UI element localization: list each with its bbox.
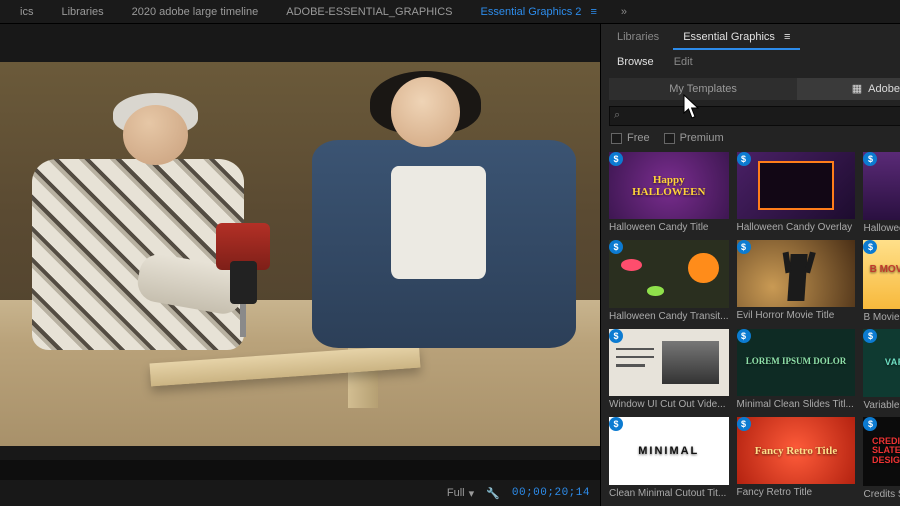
template-caption: Variable Font Title Overlay: [863, 400, 900, 411]
panel-tabs: Libraries Essential Graphics ≡: [601, 24, 900, 50]
premium-badge-icon: $: [609, 152, 623, 166]
template-card[interactable]: $ VARIABLE FONT Variable Font Title Overla…: [863, 329, 900, 411]
filter-premium[interactable]: Premium: [664, 132, 724, 144]
template-card[interactable]: $ LOREM IPSUM DOLOR Minimal Clean Slides T…: [737, 329, 856, 411]
premium-badge-icon: $: [609, 329, 623, 343]
thumbnail-text: VARIABLE FONT: [870, 358, 900, 368]
template-thumbnail: $ MINIMAL: [609, 417, 729, 484]
thumbnail-text: Fancy Retro Title: [742, 445, 849, 457]
template-card[interactable]: $ Halloween Candy Lower ...: [863, 152, 900, 234]
template-grid: $ Happy HALLOWEEN Halloween Candy Title $ Ha…: [601, 152, 900, 506]
timeline-scrubber[interactable]: [0, 460, 600, 480]
premium-badge-icon: $: [737, 240, 751, 254]
template-caption: B Movie Halloween Title: [863, 312, 900, 323]
panel-tab-essential-graphics[interactable]: Essential Graphics ≡: [673, 24, 800, 50]
template-caption: Window UI Cut Out Vide...: [609, 399, 729, 410]
resolution-dropdown[interactable]: Full ▾: [447, 487, 474, 500]
premium-badge-icon: $: [863, 240, 877, 254]
template-card[interactable]: $ B MOVIE HALLOWEEN TITLES B Movie Hallowe…: [863, 240, 900, 322]
template-card[interactable]: $ Window UI Cut Out Vide...: [609, 329, 729, 411]
premium-badge-icon: $: [737, 417, 751, 431]
panel-tab-libraries[interactable]: Libraries: [607, 24, 669, 50]
source-my-templates[interactable]: My Templates: [609, 78, 797, 100]
timecode[interactable]: 00;00;20;14: [512, 487, 590, 499]
checkbox-icon: [611, 133, 622, 144]
panel-subtabs: Browse Edit: [601, 50, 900, 74]
thumbnail-text: Happy HALLOWEEN: [615, 174, 723, 198]
program-monitor: Full ▾ 🔧 00;00;20;14: [0, 24, 600, 506]
settings-wrench-icon[interactable]: 🔧: [486, 487, 500, 500]
thumbnail-text: CREDITS SLATE DESIGNER: [872, 437, 900, 467]
premium-badge-icon: $: [737, 329, 751, 343]
source-tabs: My Templates ▦ Adobe Stock: [601, 74, 900, 106]
video-preview[interactable]: [0, 62, 600, 446]
template-thumbnail: $8CREDITS SLATE DESIGNER: [863, 417, 900, 485]
resolution-label: Full: [447, 487, 465, 499]
source-adobe-stock[interactable]: ▦ Adobe Stock: [797, 78, 900, 100]
template-thumbnail: $: [737, 152, 856, 219]
template-card[interactable]: $ Fancy Retro Title Fancy Retro Title: [737, 417, 856, 499]
essential-graphics-panel: Libraries Essential Graphics ≡ Browse Ed…: [600, 24, 900, 506]
workspace-tab-active[interactable]: Essential Graphics 2 ≡: [467, 0, 611, 24]
filter-label: Premium: [680, 132, 724, 144]
template-thumbnail: $ Fancy Retro Title: [737, 417, 856, 484]
adobe-stock-icon: ▦: [852, 78, 862, 100]
template-caption: Halloween Candy Title: [609, 222, 729, 233]
template-thumbnail: $: [737, 240, 856, 307]
premium-badge-icon: $: [609, 240, 623, 254]
template-caption: Fancy Retro Title: [737, 487, 856, 498]
premium-badge-icon: $: [737, 152, 751, 166]
tab-menu-icon[interactable]: ≡: [590, 6, 596, 18]
template-thumbnail: $ VARIABLE FONT: [863, 329, 900, 397]
template-thumbnail: $ Happy HALLOWEEN: [609, 152, 729, 219]
template-caption: Minimal Clean Slides Titl...: [737, 399, 856, 410]
premium-badge-icon: $: [863, 417, 877, 431]
subtab-edit[interactable]: Edit: [664, 50, 703, 74]
template-card[interactable]: $ MINIMAL Clean Minimal Cutout Tit...: [609, 417, 729, 499]
premium-badge-icon: $: [863, 329, 877, 343]
template-caption: Clean Minimal Cutout Tit...: [609, 488, 729, 499]
template-thumbnail: $: [863, 152, 900, 220]
filters: Free Premium: [601, 132, 900, 152]
workspace-tab[interactable]: ADOBE-ESSENTIAL_GRAPHICS: [272, 0, 466, 24]
premium-badge-icon: $: [609, 417, 623, 431]
overflow-chevron-icon[interactable]: »: [611, 6, 637, 18]
filter-label: Free: [627, 132, 650, 144]
template-card[interactable]: $ Happy HALLOWEEN Halloween Candy Title: [609, 152, 729, 234]
viewer-status-bar: Full ▾ 🔧 00;00;20;14: [0, 480, 600, 506]
premium-badge-icon: $: [863, 152, 877, 166]
workspace-tab[interactable]: 2020 adobe large timeline: [118, 0, 273, 24]
search-input[interactable]: [609, 106, 900, 126]
video-frame: [0, 62, 600, 446]
template-card[interactable]: $8CREDITS SLATE DESIGNER Credits Slate De…: [863, 417, 900, 499]
filter-free[interactable]: Free: [611, 132, 650, 144]
workspace-tab[interactable]: Libraries: [47, 0, 117, 24]
template-caption: Evil Horror Movie Title: [737, 310, 856, 321]
subtab-browse[interactable]: Browse: [607, 50, 664, 74]
workspace-tab[interactable]: ics: [6, 0, 47, 24]
template-caption: Credits Slate Designer Tit...: [863, 489, 900, 500]
template-thumbnail: $ B MOVIE HALLOWEEN TITLES: [863, 240, 900, 308]
template-thumbnail: $ LOREM IPSUM DOLOR: [737, 329, 856, 396]
thumbnail-text: MINIMAL: [615, 445, 723, 457]
panel-menu-icon[interactable]: ≡: [784, 31, 790, 43]
template-thumbnail: $: [609, 329, 729, 396]
template-caption: Halloween Candy Lower ...: [863, 223, 900, 234]
workspace-tab-label: Essential Graphics 2: [481, 6, 582, 18]
template-caption: Halloween Candy Overlay: [737, 222, 856, 233]
template-thumbnail: $: [609, 240, 729, 307]
thumbnail-text: B MOVIE HALLOWEEN TITLES: [870, 264, 900, 286]
template-caption: Halloween Candy Transit...: [609, 311, 729, 322]
thumbnail-text: LOREM IPSUM DOLOR: [742, 357, 849, 367]
chevron-down-icon: ▾: [469, 487, 475, 500]
panel-tab-label: Essential Graphics: [683, 31, 775, 43]
template-card[interactable]: $ Evil Horror Movie Title: [737, 240, 856, 322]
search-icon: ⌕: [614, 109, 620, 122]
workspace-tabs: ics Libraries 2020 adobe large timeline …: [0, 0, 900, 24]
source-label: Adobe Stock: [868, 78, 900, 100]
template-card[interactable]: $ Halloween Candy Transit...: [609, 240, 729, 322]
checkbox-icon: [664, 133, 675, 144]
template-card[interactable]: $ Halloween Candy Overlay: [737, 152, 856, 234]
